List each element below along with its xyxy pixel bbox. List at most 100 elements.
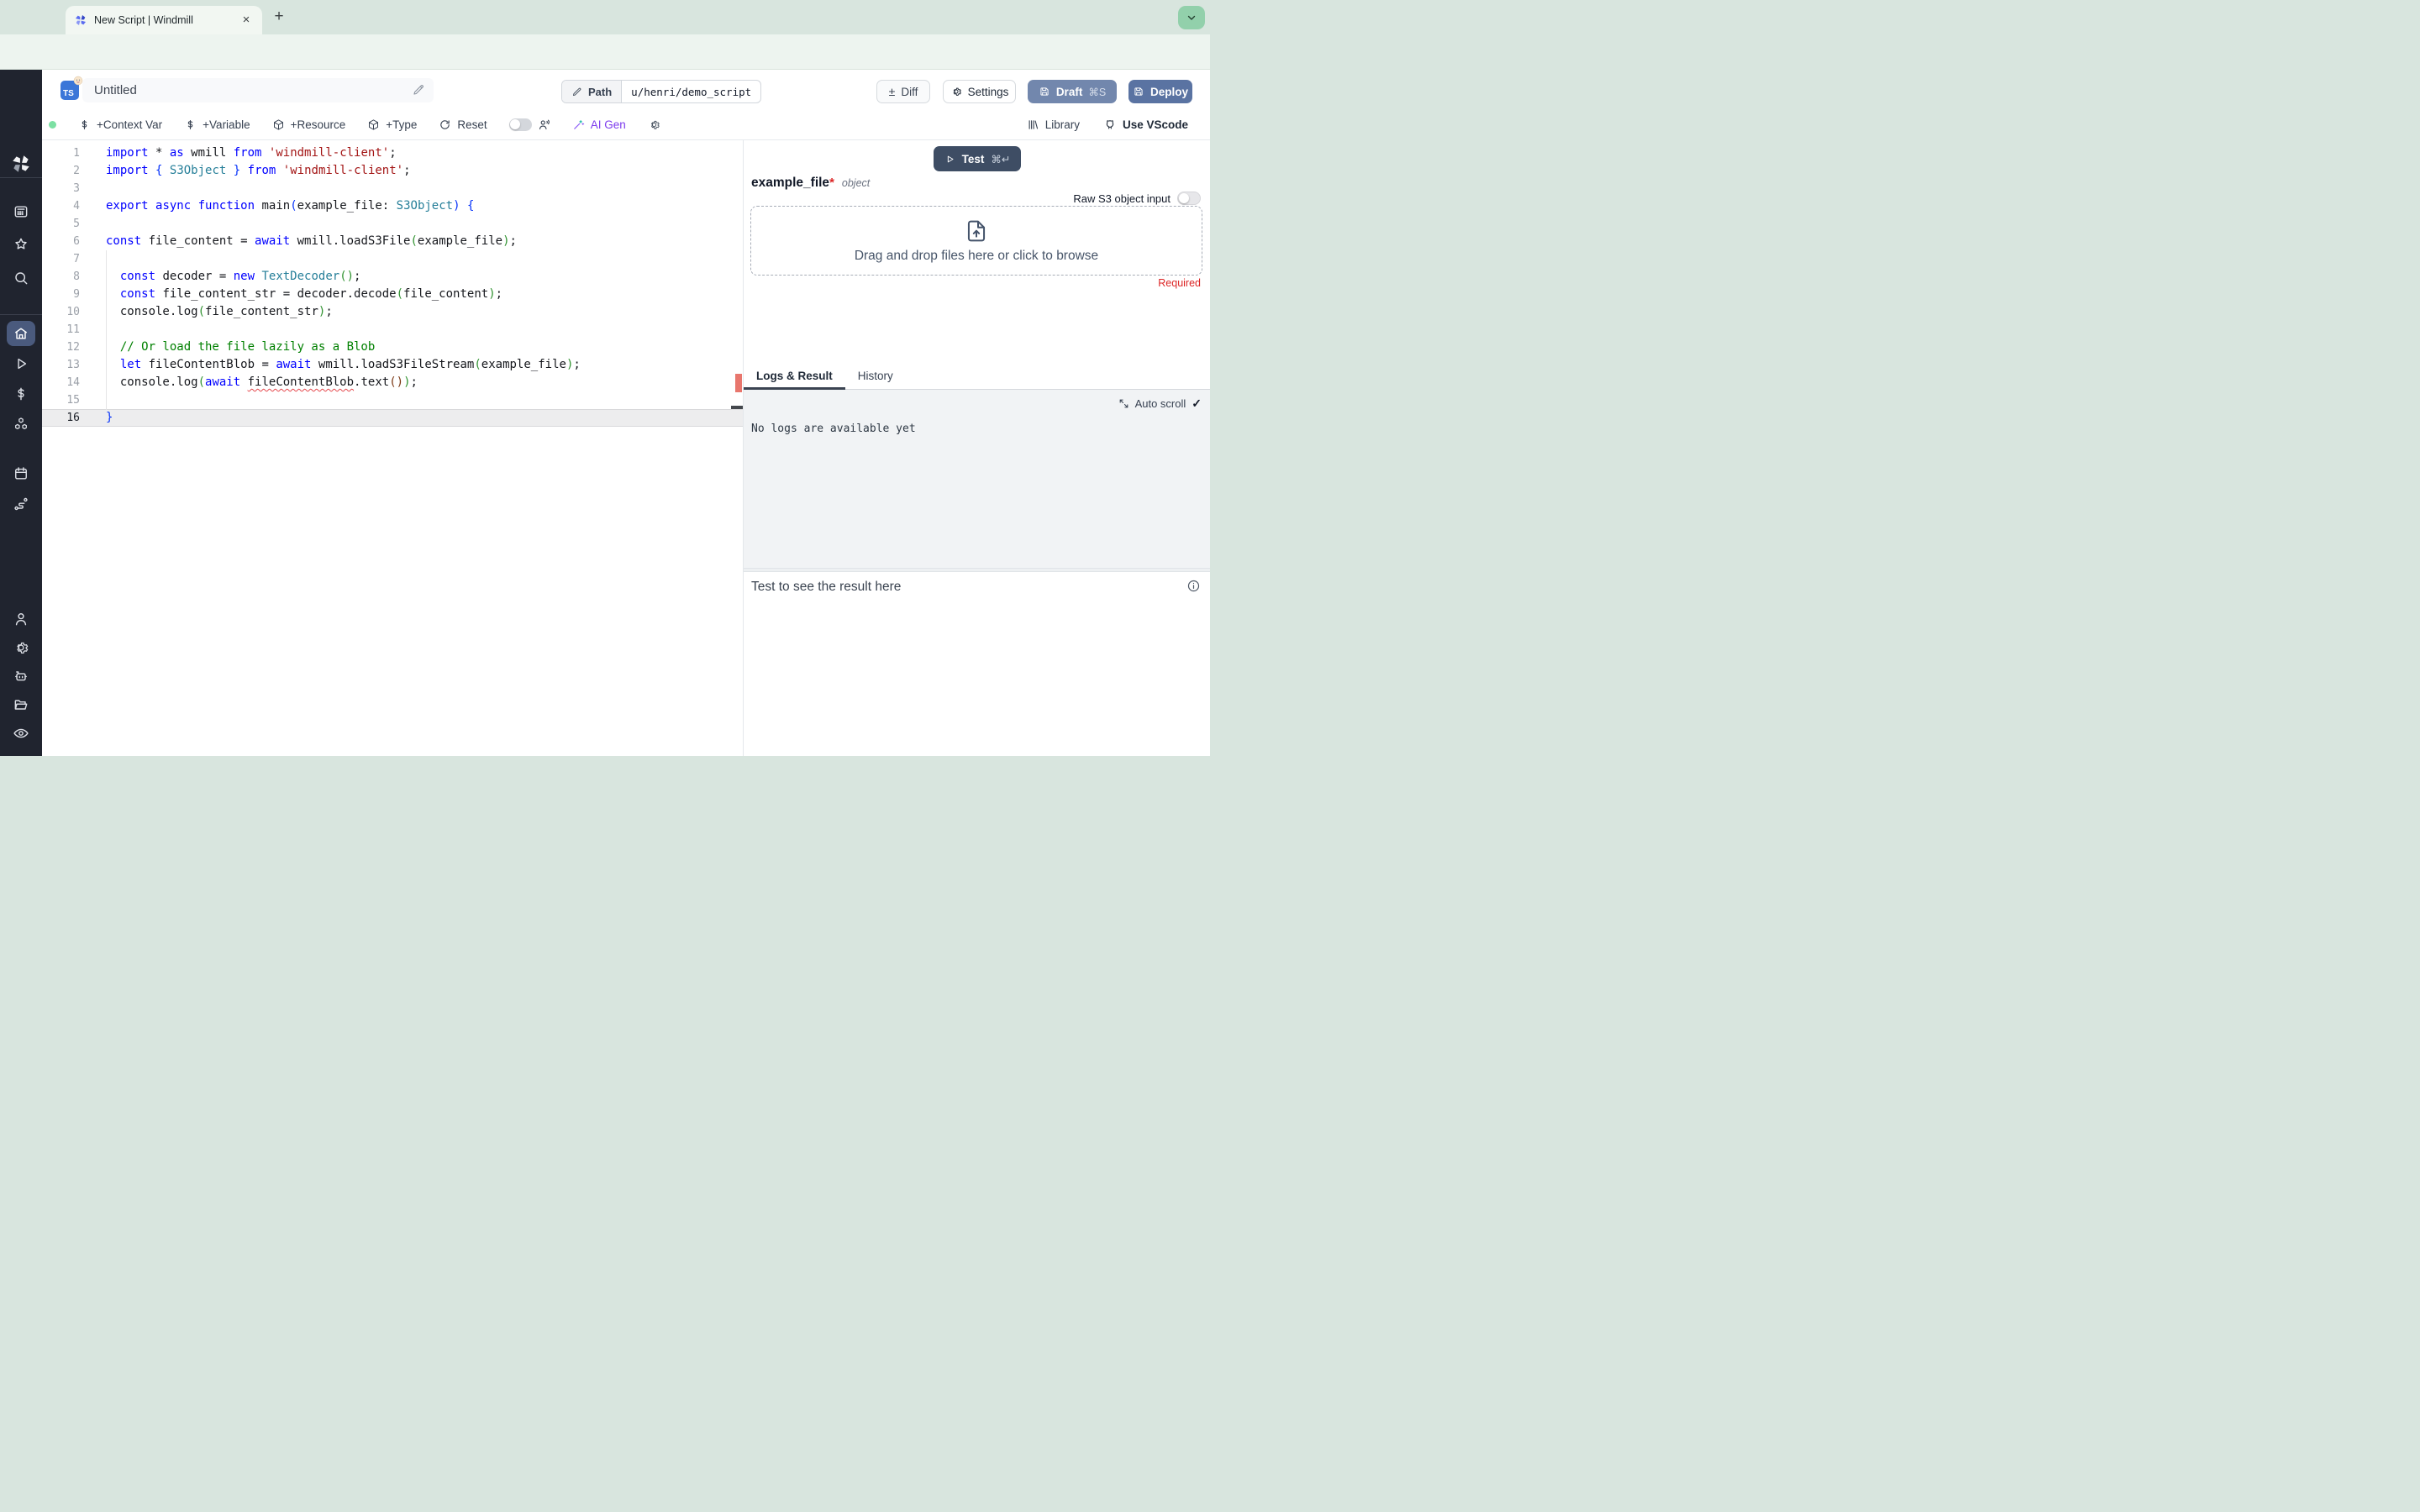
sidebar-item-runs[interactable]: [13, 355, 29, 372]
vscode-icon: [1106, 120, 1114, 129]
add-resource-button[interactable]: +Resource: [272, 118, 345, 131]
tab-logs-result[interactable]: Logs & Result: [744, 365, 845, 390]
draft-button[interactable]: Draft ⌘S: [1028, 80, 1117, 103]
line-number: 12: [66, 341, 80, 354]
code-line[interactable]: 9 const file_content_str = decoder.decod…: [42, 286, 743, 303]
content-area: 1 import * as wmill from 'windmill-client…: [42, 140, 1210, 756]
sidebar-item-schedules[interactable]: [13, 465, 29, 482]
dropzone-text: Drag and drop files here or click to bro…: [854, 249, 1099, 263]
tab-title: New Script | Windmill: [94, 14, 193, 26]
sidebar-item-folders[interactable]: [13, 696, 29, 713]
code-line[interactable]: 4 export async function main(example_file…: [42, 197, 743, 215]
user-voice-icon: [539, 119, 550, 129]
test-button[interactable]: Test ⌘↵: [934, 146, 1021, 171]
code-line[interactable]: 2 import { S3Object } from 'windmill-clie…: [42, 162, 743, 180]
code-line[interactable]: 12 // Or load the file lazily as a Blob: [42, 339, 743, 356]
package-icon: [273, 118, 283, 130]
autoscroll-control[interactable]: Auto scroll ✓: [1118, 396, 1202, 411]
line-number: 10: [66, 306, 80, 318]
add-variable-button[interactable]: +Variable: [184, 118, 250, 131]
line-number: 2: [73, 165, 80, 177]
line-number: 16: [66, 412, 80, 424]
library-button[interactable]: Library: [1027, 118, 1080, 131]
no-logs-message: No logs are available yet: [751, 423, 916, 435]
settings-button[interactable]: Settings: [943, 80, 1016, 103]
sidebar-divider: [0, 314, 42, 315]
line-number: 13: [66, 359, 80, 371]
indent-guide: [106, 250, 107, 410]
add-type-button[interactable]: +Type: [367, 118, 417, 131]
overview-cursor-marker: [731, 406, 743, 409]
editor-settings-gear-icon[interactable]: [648, 118, 660, 131]
code-line[interactable]: 13 let fileContentBlob = await wmill.loa…: [42, 356, 743, 374]
search-icon[interactable]: [13, 270, 29, 286]
code-line[interactable]: 1 import * as wmill from 'windmill-client…: [42, 144, 743, 162]
code-line[interactable]: 6 const file_content = await wmill.loadS3…: [42, 233, 743, 250]
edit-title-icon[interactable]: [412, 83, 425, 97]
tab-history[interactable]: History: [845, 365, 906, 389]
sidebar-item-workers[interactable]: [13, 668, 29, 685]
code-line[interactable]: 14 console.log(await fileContentBlob.tex…: [42, 374, 743, 391]
line-number: 11: [66, 323, 80, 336]
windmill-logo[interactable]: [10, 153, 32, 175]
use-vscode-button[interactable]: Use VScode: [1103, 118, 1188, 131]
chevron-down-icon: [1187, 15, 1196, 20]
raw-s3-toggle[interactable]: [1177, 192, 1201, 205]
diff-button[interactable]: ± Diff: [876, 80, 930, 103]
path-label-segment[interactable]: Path: [562, 81, 623, 102]
code-line[interactable]: 10 console.log(file_content_str);: [42, 303, 743, 321]
sidebar-item-favorites[interactable]: [13, 236, 29, 253]
package-icon: [369, 118, 379, 130]
sidebar-item-flows[interactable]: [13, 496, 29, 512]
add-context-var-button[interactable]: +Context Var: [78, 118, 162, 131]
ai-gen-label: AI Gen: [590, 118, 626, 131]
code-lines: 1 import * as wmill from 'windmill-client…: [42, 144, 743, 427]
app-sidebar: [0, 70, 42, 756]
line-number: 15: [66, 394, 80, 407]
editor-toolbar: +Context Var +Variable +Resource +Type R…: [42, 109, 1210, 140]
path-value[interactable]: u/henri/demo_script: [622, 81, 760, 102]
sidebar-item-variables[interactable]: [13, 386, 29, 402]
ai-gen-button[interactable]: AI Gen: [572, 118, 626, 131]
browser-tab[interactable]: New Script | Windmill ×: [66, 6, 262, 34]
sidebar-item-settings[interactable]: [13, 639, 29, 656]
multiplayer-control[interactable]: [508, 118, 550, 131]
code-line[interactable]: 15: [42, 391, 743, 409]
code-line[interactable]: 16}: [42, 409, 743, 427]
reset-button[interactable]: Reset: [439, 118, 487, 131]
sidebar-item-resources[interactable]: [13, 416, 29, 433]
code-line[interactable]: 11: [42, 321, 743, 339]
eye-icon[interactable]: [13, 725, 29, 742]
browser-window: New Script | Windmill × + app.windmill.d: [0, 0, 1210, 756]
code-line[interactable]: 7: [42, 250, 743, 268]
new-tab-icon[interactable]: +: [269, 7, 289, 27]
result-placeholder: Test to see the result here: [751, 580, 902, 594]
required-asterisk: *: [829, 176, 834, 190]
code-editor[interactable]: 1 import * as wmill from 'windmill-client…: [42, 140, 743, 756]
file-dropzone[interactable]: Drag and drop files here or click to bro…: [750, 206, 1202, 276]
script-path-control[interactable]: Path u/henri/demo_script: [561, 80, 762, 103]
close-tab-icon[interactable]: ×: [239, 13, 254, 28]
multiplayer-toggle[interactable]: [508, 118, 532, 131]
code-line[interactable]: 5: [42, 215, 743, 233]
type-label: +Type: [386, 118, 418, 131]
expand-icon[interactable]: [1118, 398, 1129, 409]
preview-panel: Test ⌘↵ example_file * object Raw S3 obj…: [743, 140, 1210, 756]
code-line[interactable]: 8 const decoder = new TextDecoder();: [42, 268, 743, 286]
code-line[interactable]: 3: [42, 180, 743, 197]
gear-icon: [953, 87, 961, 96]
info-icon[interactable]: [1186, 579, 1201, 593]
save-icon: [1134, 87, 1143, 96]
script-title-input[interactable]: [82, 78, 434, 102]
sidebar-item-apps[interactable]: [13, 203, 29, 220]
test-shortcut: ⌘↵: [991, 153, 1011, 165]
sidebar-item-home[interactable]: [13, 325, 29, 342]
use-vscode-label: Use VScode: [1122, 118, 1188, 131]
autoscroll-label: Auto scroll: [1134, 397, 1186, 410]
deploy-button[interactable]: Deploy: [1128, 80, 1192, 103]
sidebar-item-user[interactable]: [13, 611, 29, 627]
test-label: Test: [961, 152, 985, 165]
browser-sidepanel-button[interactable]: [1178, 6, 1205, 29]
library-icon: [1028, 119, 1038, 129]
raw-s3-label: Raw S3 object input: [1073, 192, 1171, 205]
